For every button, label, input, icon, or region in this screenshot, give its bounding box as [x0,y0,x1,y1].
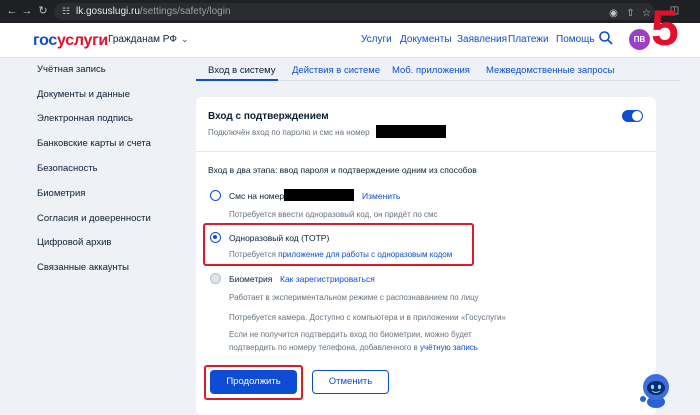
browser-toolbar: ← → ↻ ☷ lk.gosuslugi.ru/settings/safety/… [0,0,700,23]
totp-app-link[interactable]: приложение для работы с одноразовым кодо… [278,250,452,259]
back-icon[interactable]: ← [5,4,19,18]
nav-documents[interactable]: Документы [400,34,452,45]
active-tab-indicator [196,79,278,81]
nav-applications[interactable]: Заявления [457,34,507,45]
assistant-robot-icon[interactable] [638,371,674,409]
continue-button[interactable]: Продолжить [210,370,297,394]
login-confirmation-card: Вход с подтверждением Подключён вход по … [196,97,656,415]
sidebar-item-e-signature[interactable]: Электронная подпись [37,113,133,124]
nav-services[interactable]: Услуги [361,34,392,45]
biometry-hint-camera: Потребуется камера. Доступно с компьютер… [229,313,506,322]
avatar[interactable]: ПВ [629,29,650,50]
tab-login[interactable]: Вход в систему [208,65,276,76]
url-path: /settings/safety/login [139,6,231,17]
account-link[interactable]: учётную запись [420,343,478,352]
confirmation-toggle[interactable] [622,110,643,122]
two-step-label: Вход в два этапа: ввод пароля и подтверж… [208,165,477,175]
sidebar-item-documents[interactable]: Документы и данные [37,89,130,100]
sms-option-label: Смс на номер [229,191,285,201]
tab-interagency-requests[interactable]: Межведомственные запросы [486,65,614,76]
reload-icon[interactable]: ↻ [36,4,50,18]
search-icon[interactable] [598,30,614,46]
totp-hint: Потребуется приложение для работы с одно… [229,250,453,259]
biometry-hint-experimental: Работает в экспериментальном режиме с ра… [229,293,479,302]
gosuslugi-logo[interactable]: госуслуги [33,32,108,50]
chevron-down-icon: ⌄ [180,34,189,44]
sidebar-item-linked-accounts[interactable]: Связанные аккаунты [37,262,129,273]
nav-help[interactable]: Помощь [556,34,595,45]
biometry-hint-fallback-line1: Если не получится подтвердить вход по би… [229,330,472,339]
incognito-eye-icon[interactable]: ◉ [607,7,620,20]
url-text: lk.gosuslugi.ru/settings/safety/login [76,6,231,17]
totp-radio[interactable] [210,232,221,243]
site-info-icon[interactable]: ☷ [62,6,70,17]
site-header: госуслуги Гражданам РФ ⌄ Услуги Документы… [0,23,700,58]
cancel-button[interactable]: Отменить [312,370,389,394]
forward-icon[interactable]: → [20,4,34,18]
redacted-phone [376,125,446,138]
sms-radio[interactable] [210,190,221,201]
nav-payments[interactable]: Платежи [508,34,549,45]
sidebar-item-security[interactable]: Безопасность [37,163,98,174]
card-title: Вход с подтверждением [208,111,329,122]
sms-hint: Потребуется ввести одноразовый код, он п… [229,210,438,219]
overlay-step-number: 5 [651,0,679,56]
share-icon[interactable]: ⇧ [624,7,637,20]
redacted-phone-sms [284,189,354,201]
sidebar-item-consents[interactable]: Согласия и доверенности [37,213,151,224]
register-biometry-link[interactable]: Как зарегистрироваться [280,274,375,284]
sidebar-item-biometry[interactable]: Биометрия [37,188,85,199]
change-number-link[interactable]: Изменить [362,191,400,201]
biometry-radio [210,273,221,284]
tab-mobile-apps[interactable]: Моб. приложения [392,65,470,76]
biometry-option-label: Биометрия [229,274,273,284]
card-subtitle: Подключён вход по паролю и смс на номер [208,128,370,137]
sidebar-item-digital-archive[interactable]: Цифровой архив [37,237,111,248]
card-divider [196,151,656,152]
sidebar-item-bank-cards[interactable]: Банковские карты и счета [37,138,151,149]
biometry-hint-fallback-line2: подтвердить по номеру телефона, добавлен… [229,343,478,352]
persona-label: Гражданам РФ [108,34,177,45]
tab-actions[interactable]: Действия в системе [292,65,380,76]
persona-selector[interactable]: Гражданам РФ ⌄ [108,34,189,45]
security-tabs: Вход в систему Действия в системе Моб. п… [196,58,680,81]
totp-highlight-box [203,223,474,266]
address-bar[interactable]: ☷ lk.gosuslugi.ru/settings/safety/login … [54,3,654,20]
url-host: lk.gosuslugi.ru [76,6,140,17]
sidebar-item-account[interactable]: Учётная запись [37,64,106,75]
totp-option-label: Одноразовый код (TOTP) [229,233,330,243]
